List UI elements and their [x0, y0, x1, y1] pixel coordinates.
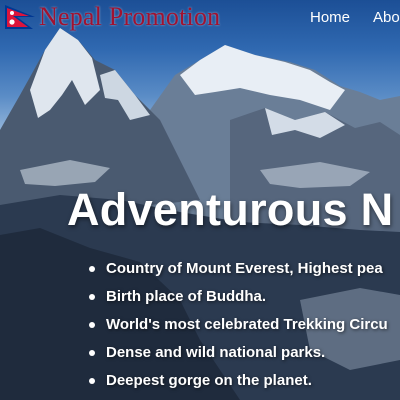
bullet-icon — [89, 322, 95, 328]
feature-text: Dense and wild national parks. — [106, 344, 326, 361]
bullet-icon — [89, 294, 95, 300]
feature-item: Deepest gorge on the planet. — [88, 367, 388, 395]
nav-about-link[interactable]: Abo — [373, 9, 400, 26]
feature-item: World's most celebrated Trekking Circu — [88, 311, 388, 339]
hero-headline: Adventurous N — [67, 184, 394, 235]
bullet-icon — [89, 266, 95, 272]
logo-link[interactable]: Nepal Promotion — [3, 4, 220, 30]
bullet-icon — [89, 350, 95, 356]
feature-text: Country of Mount Everest, Highest pea — [106, 260, 383, 277]
feature-item: Dense and wild national parks. — [88, 339, 388, 367]
feature-text: World's most celebrated Trekking Circu — [106, 316, 388, 333]
bullet-icon — [89, 378, 95, 384]
feature-text: Deepest gorge on the planet. — [106, 372, 312, 389]
brand-name: Nepal Promotion — [39, 2, 221, 31]
feature-item: Birth place of Buddha. — [88, 283, 388, 311]
top-navbar: Nepal Promotion Home Abo — [0, 0, 400, 36]
feature-item: Country of Mount Everest, Highest pea — [88, 255, 388, 283]
feature-list: Country of Mount Everest, Highest pea Bi… — [88, 255, 388, 395]
nepal-flag-icon — [5, 5, 35, 29]
nav-home-link[interactable]: Home — [310, 9, 350, 26]
feature-text: Birth place of Buddha. — [106, 288, 267, 305]
